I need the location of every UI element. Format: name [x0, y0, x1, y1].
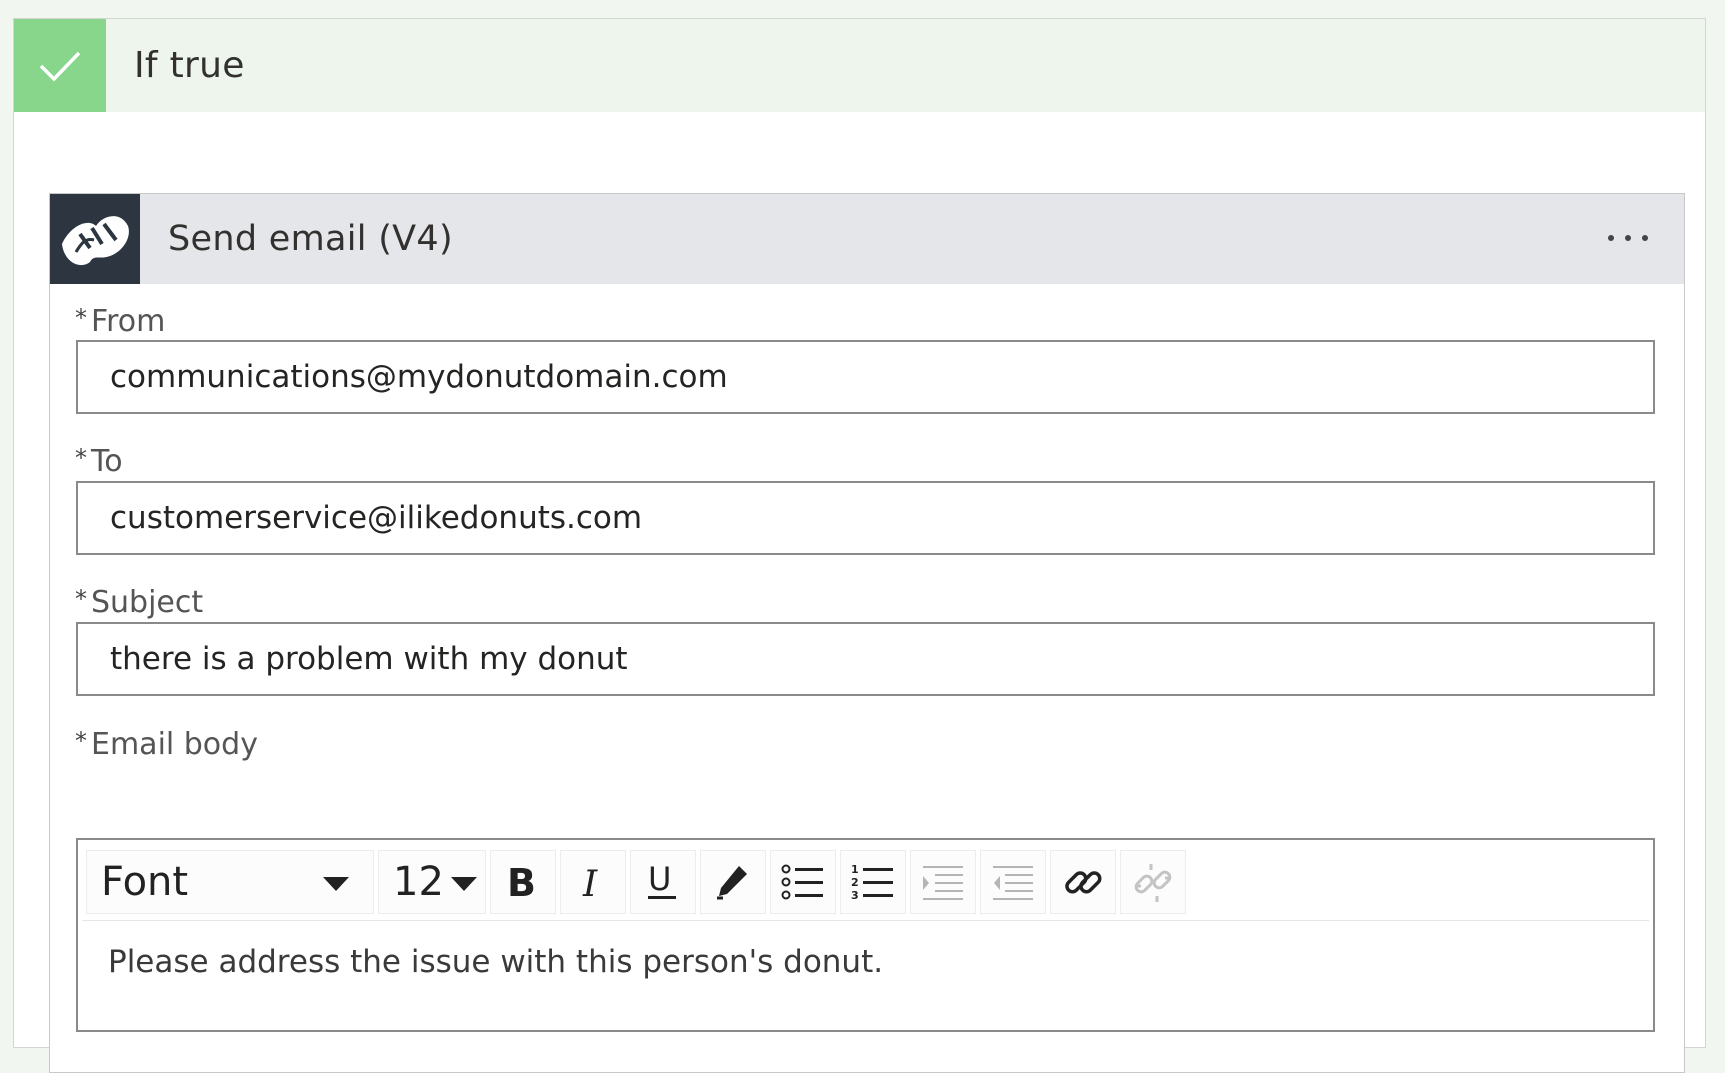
subject-label: * Subject [75, 585, 203, 620]
underline-icon[interactable]: U [630, 850, 696, 914]
send-email-card: Send email (V4) *From *To *Subject *Emai… [49, 193, 1685, 1073]
unlink-icon[interactable] [1120, 850, 1186, 914]
email-body-editor: Font 12 B I U 1 2 3 Please address the i… [76, 838, 1655, 1032]
card-title: Send email (V4) [168, 219, 453, 259]
card-header[interactable]: Send email (V4) [50, 194, 1684, 284]
email-body-text[interactable]: Please address the issue with this perso… [108, 944, 883, 980]
svg-text:3: 3 [851, 889, 859, 902]
subject-label-text: Subject [91, 585, 204, 620]
required-marker: * [75, 444, 87, 472]
chevron-down-icon [323, 877, 349, 891]
text-color-icon[interactable] [700, 850, 766, 914]
more-options-icon[interactable] [1600, 216, 1656, 260]
to-label: * To [75, 444, 123, 479]
bold-icon[interactable]: B [490, 850, 556, 914]
link-icon[interactable] [1050, 850, 1116, 914]
email-body-label-text: Email body [91, 727, 258, 762]
font-size-value: 12 [393, 859, 444, 905]
subject-input[interactable] [76, 622, 1655, 696]
increase-indent-icon[interactable] [980, 850, 1046, 914]
svg-text:I: I [582, 864, 598, 902]
checkmark-icon [14, 19, 106, 112]
svg-text:U: U [648, 860, 671, 898]
required-marker: * [75, 727, 87, 755]
condition-header[interactable]: If true [14, 19, 1705, 112]
to-input[interactable] [76, 481, 1655, 555]
sendgrid-icon [50, 194, 140, 284]
svg-text:2: 2 [851, 876, 859, 889]
condition-title: If true [134, 45, 245, 86]
chevron-down-icon [451, 877, 477, 891]
if-true-container: If true Send email (V4) *From *To [13, 18, 1706, 1073]
svg-text:1: 1 [851, 863, 859, 876]
email-body-label: * Email body [75, 727, 258, 762]
font-family-value: Font [101, 859, 189, 905]
required-marker: * [75, 585, 87, 613]
editor-toolbar: Font 12 B I U 1 2 3 [82, 844, 1649, 921]
from-label: * From [75, 304, 165, 339]
bullet-list-icon[interactable] [770, 850, 836, 914]
font-family-select[interactable]: Font [86, 850, 374, 914]
svg-text:B: B [507, 862, 536, 902]
required-marker: * [75, 304, 87, 332]
font-size-select[interactable]: 12 [378, 850, 486, 914]
numbered-list-icon[interactable]: 123 [840, 850, 906, 914]
to-label-text: To [91, 444, 123, 479]
italic-icon[interactable]: I [560, 850, 626, 914]
from-input[interactable] [76, 340, 1655, 414]
from-label-text: From [91, 304, 166, 339]
decrease-indent-icon[interactable] [910, 850, 976, 914]
